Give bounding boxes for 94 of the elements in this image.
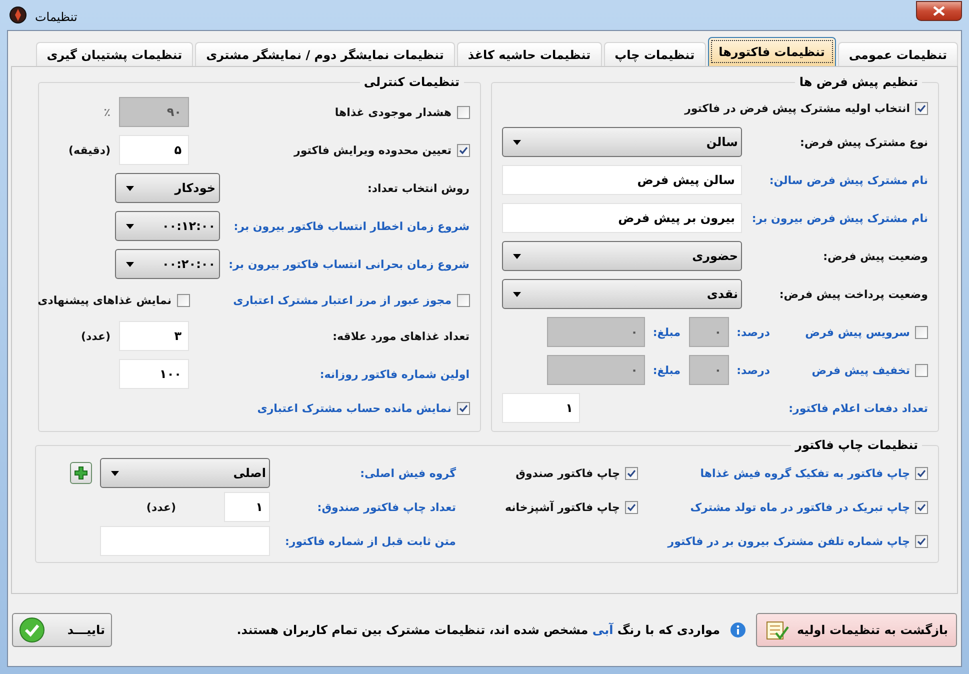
checkbox-label: چاپ تبریک در فاکتور در ماه تولد مشترک: [690, 500, 910, 514]
field-label: نام مشترک پیش فرض بیرون بر:: [750, 212, 928, 224]
group-title: تنظیمات کنترلی: [362, 75, 461, 89]
checkbox-label: چاپ فاکتور به تفکیک گروه فیش غذاها: [700, 466, 910, 480]
checkbox-label: انتخاب اولیه مشترک پیش فرض در فاکتور: [684, 102, 910, 114]
checkmark-icon: [19, 617, 45, 643]
number-field[interactable]: ۱: [224, 492, 270, 522]
field-label: گروه فیش اصلی:: [359, 466, 456, 480]
checkbox-label: مجوز عبور از مرز اعتبار مشترک اعتباری: [233, 294, 452, 306]
checkbox[interactable]: [915, 326, 928, 338]
checkbox-label: چاپ فاکتور صندوق: [516, 466, 620, 480]
group-title: تنظیمات چاپ فاکتور: [794, 438, 919, 452]
field-label: شروع زمان بحرانی انتساب فاکتور بیرون بر:: [228, 258, 470, 270]
checkbox[interactable]: [456, 144, 470, 156]
dropdown[interactable]: سالن: [502, 127, 742, 157]
checkbox[interactable]: [625, 466, 638, 480]
text-field[interactable]: بیرون بر پیش فرض: [502, 203, 742, 233]
tab[interactable]: تنظیمات عمومی: [838, 42, 958, 66]
checkbox[interactable]: [915, 102, 928, 114]
number-field[interactable]: ۵: [118, 135, 189, 165]
field-label: درصد:: [736, 364, 770, 376]
app-icon: [9, 6, 27, 24]
checkbox-label: سرویس پیش فرض: [805, 326, 910, 338]
checkbox-label: هشدار موجودی غذاها: [334, 106, 452, 118]
text-field[interactable]: سالن پیش فرض: [502, 165, 742, 195]
checkbox[interactable]: [456, 294, 470, 306]
field-label: وضعیت پیش فرض:: [822, 250, 928, 262]
unit-label: (عدد): [80, 330, 111, 342]
number-field[interactable]: ۱: [502, 393, 580, 423]
close-icon: [933, 6, 945, 16]
tab[interactable]: تنظیمات نمایشگر دوم / نمایشگر مشتری: [195, 42, 455, 66]
checkbox[interactable]: [176, 294, 190, 306]
window-title: تنظیمات: [35, 9, 78, 24]
checkbox-label: تخفیف پیش فرض: [812, 364, 910, 376]
percent-field[interactable]: ۰: [688, 355, 729, 385]
dropdown[interactable]: ۰۰:۱۲:۰۰: [114, 211, 220, 241]
amount-field[interactable]: ۰: [546, 317, 645, 347]
checkbox[interactable]: [625, 500, 638, 514]
field-label: درصد:: [736, 326, 770, 338]
field-label: مبلغ:: [652, 364, 681, 376]
dropdown[interactable]: ۰۰:۲۰:۰۰: [114, 249, 220, 279]
dropdown[interactable]: حضوری: [502, 241, 742, 271]
caret-icon: [111, 470, 119, 476]
dropdown[interactable]: اصلی: [100, 458, 270, 488]
checkbox-label: نمایش غذاهای پیشنهادی: [38, 294, 172, 306]
checkbox[interactable]: [915, 534, 928, 548]
checkbox[interactable]: [456, 402, 470, 414]
number-field[interactable]: ۱۰۰: [118, 359, 189, 389]
tab[interactable]: تنظیمات پشتیبان گیری: [36, 42, 194, 66]
text-field[interactable]: [100, 526, 270, 556]
field-label: روش انتخاب تعداد:: [366, 182, 470, 194]
ok-button[interactable]: تاییـــد: [12, 613, 112, 647]
tab[interactable]: تنظیمات حاشیه کاغذ: [456, 42, 602, 66]
field-label: نام مشترک پیش فرض سالن:: [768, 174, 928, 186]
group-title: تنظیم پیش فرض ها: [798, 75, 919, 89]
field-label: تعداد چاپ فاکتور صندوق:: [316, 500, 456, 514]
checkbox-label: تعیین محدوده ویرایش فاکتور: [294, 144, 452, 156]
dropdown[interactable]: نقدی: [502, 279, 742, 309]
info-note: مواردی که با رنگ آبی مشخص شده اند، تنظیمات مشترک بین تمام کاربران هستند.: [236, 623, 720, 637]
close-button[interactable]: [916, 1, 962, 21]
checkbox-label: نمایش مانده حساب مشترک اعتباری: [257, 402, 452, 414]
caret-icon: [126, 262, 134, 266]
field-label: وضعیت پرداخت پیش فرض:: [778, 288, 928, 300]
field-label: اولین شماره فاکتور روزانه:: [318, 368, 470, 380]
field-label: مبلغ:: [652, 326, 681, 338]
field-label: شروع زمان اخطار انتساب فاکتور بیرون بر:: [232, 220, 470, 232]
checkbox[interactable]: [915, 364, 928, 376]
plus-icon: [74, 466, 88, 480]
caret-icon: [126, 186, 134, 190]
tab[interactable]: تنظیمات چاپ: [604, 42, 706, 66]
unit-label: (عدد): [146, 500, 176, 514]
unit-label: ٪: [104, 106, 111, 118]
checkbox-label: چاپ فاکتور آشپزخانه: [504, 500, 620, 514]
caret-icon: [513, 292, 521, 296]
checkbox-label: چاپ شماره تلفن مشترک بیرون بر در فاکتور: [668, 534, 910, 548]
dropdown[interactable]: خودکار: [114, 173, 220, 203]
info-icon: [730, 622, 746, 638]
percent-field[interactable]: ۰: [688, 317, 729, 347]
caret-icon: [513, 140, 521, 144]
field-label: تعداد دفعات اعلام فاکتور:: [788, 402, 928, 414]
field-label: متن ثابت قبل از شماره فاکتور:: [284, 534, 456, 548]
tab[interactable]: تنظیمات فاکتورها: [708, 37, 836, 66]
add-button[interactable]: [70, 462, 92, 484]
caret-icon: [126, 224, 134, 228]
amount-field[interactable]: ۰: [546, 355, 645, 385]
reset-button[interactable]: بازگشت به تنظیمات اولیه: [756, 613, 957, 647]
field-label: نوع مشترک پیش فرض:: [798, 136, 928, 148]
caret-icon: [513, 254, 521, 258]
checkbox[interactable]: [915, 500, 928, 514]
number-field[interactable]: ۳: [118, 321, 189, 351]
unit-label: (دقیقه): [68, 144, 111, 156]
checkbox[interactable]: [915, 466, 928, 480]
field-label: تعداد غذاهای مورد علاقه:: [332, 330, 470, 342]
notepad-check-icon: [765, 619, 790, 641]
